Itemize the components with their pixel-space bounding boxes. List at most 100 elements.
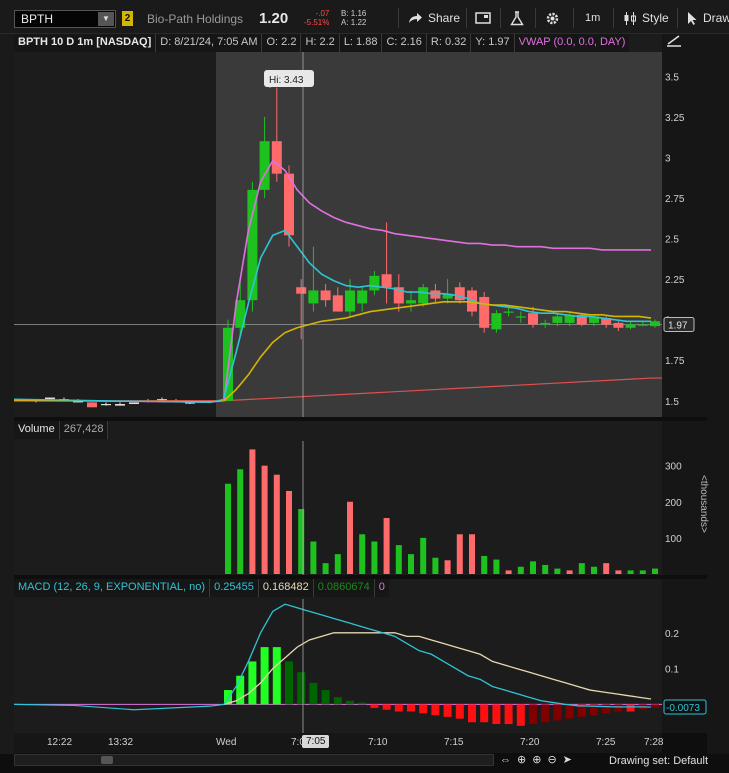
style-button[interactable]: Style — [623, 9, 669, 27]
volume-chart[interactable]: 300 200 100 — [14, 421, 707, 575]
bar-date: D: 8/21/24, 7:05 AM — [156, 34, 263, 52]
chevron-down-icon[interactable]: ▼ — [98, 12, 114, 26]
macd-histogram-bar — [553, 704, 562, 721]
volume-bar — [517, 566, 524, 574]
time-axis-label: 12:22 — [47, 737, 73, 748]
macd-histogram-bar — [565, 704, 574, 719]
pointer-icon[interactable]: ➤ — [563, 753, 572, 766]
volume-bar — [347, 501, 353, 574]
macd-histogram-bar — [516, 704, 525, 726]
candle-body — [613, 322, 624, 328]
candle-body — [479, 296, 490, 328]
price-tick-label: 3.5 — [665, 72, 679, 83]
candle-body — [454, 287, 465, 301]
candle-body — [357, 290, 368, 304]
timeframe-button[interactable]: 1m — [585, 9, 600, 27]
candle-body — [271, 141, 282, 174]
volume-tick-label: 200 — [665, 498, 682, 509]
volume-bar — [432, 557, 439, 574]
macd-histogram-bar — [419, 704, 428, 714]
time-axis-label: Wed — [216, 737, 237, 748]
symbol-input[interactable]: BPTH ▼ — [14, 10, 116, 28]
symbol-text: BPTH — [21, 12, 54, 26]
zoom-in-icon[interactable]: ⊕ — [532, 753, 541, 766]
time-axis-label: 7:10 — [368, 737, 388, 748]
zoom-out-icon[interactable]: ⊖ — [547, 753, 556, 766]
horizontal-scrollbar[interactable] — [14, 754, 494, 766]
candle-body — [320, 290, 331, 301]
macd-histogram-bar — [394, 704, 403, 712]
macd-tick-label: 0.1 — [665, 665, 679, 676]
macd-histogram-bar — [321, 690, 330, 705]
volume-bar — [505, 570, 512, 574]
candle-body — [637, 324, 648, 326]
share-label: Share — [428, 11, 461, 25]
candle-body — [503, 311, 514, 313]
volume-bar — [603, 563, 610, 574]
price-change: -.07 -5.51% — [304, 9, 329, 27]
macd-chart[interactable]: 0.2 0.1 -0.0073 — [14, 579, 707, 733]
macd-histogram-bar — [346, 700, 354, 705]
volume-bar — [322, 563, 329, 574]
candle-body — [540, 322, 551, 325]
macd-histogram-bar — [651, 704, 659, 708]
link-group-badge[interactable]: 2 — [122, 11, 133, 26]
grid-layout-button[interactable] — [475, 9, 491, 27]
volume-bar — [395, 545, 402, 574]
macd-histogram-bar — [358, 702, 367, 705]
studies-button[interactable] — [510, 9, 524, 27]
drawing-button[interactable]: Draw — [686, 9, 729, 27]
hi-bubble-label: Hi: 3.43 — [269, 75, 304, 86]
bid-ask: B: 1.16 A: 1.22 — [341, 9, 366, 27]
bottom-tools: ⇔ ⊕ ⊕ ⊖ ➤ — [500, 753, 572, 767]
crosshair-icon[interactable]: ⊕ — [517, 753, 526, 766]
share-button[interactable]: Share — [407, 9, 460, 27]
divider — [466, 8, 467, 28]
volume-bar — [639, 570, 646, 574]
candle-body — [247, 189, 258, 301]
volume-bar — [530, 561, 536, 574]
volume-bar — [615, 570, 622, 574]
volume-bar — [371, 541, 378, 574]
macd-histogram-bar — [370, 704, 379, 708]
volume-bar — [286, 490, 292, 574]
volume-bar — [249, 449, 256, 574]
gear-icon — [546, 12, 559, 24]
volume-tick-label: 300 — [665, 462, 682, 473]
candle-body — [491, 313, 502, 330]
price-chart[interactable]: 3.53.2532.752.52.2521.751.5Hi: 3.431.97 — [14, 52, 707, 417]
macd-premarket-line — [14, 703, 225, 711]
macd-histogram-bar — [529, 704, 537, 725]
price-tick-label: 1.5 — [665, 397, 679, 408]
last-price-tag-label: 1.97 — [668, 321, 688, 332]
volume-bar — [652, 568, 658, 574]
pan-icon[interactable]: ⇔ — [500, 754, 511, 766]
candle-body — [430, 290, 441, 299]
macd-histogram-bar — [443, 704, 452, 717]
volume-bar — [225, 483, 231, 574]
time-axis-label: 13:32 — [108, 737, 134, 748]
settings-button[interactable] — [545, 9, 560, 27]
macd-histogram-bar — [248, 661, 257, 705]
collapse-icon[interactable] — [666, 34, 682, 51]
volume-bar — [627, 570, 634, 574]
macd-histogram-bar — [541, 704, 550, 723]
price-tick-label: 2.25 — [665, 275, 685, 286]
volume-bar — [444, 560, 451, 574]
volume-bar — [420, 537, 427, 574]
macd-histogram-bar — [602, 704, 611, 714]
candle-body — [625, 324, 636, 328]
volume-bar — [542, 564, 549, 574]
divider — [613, 8, 614, 28]
cursor-time-label: 7:05 — [302, 735, 330, 748]
macd-histogram-bar — [626, 704, 635, 712]
price-tick-label: 3 — [665, 153, 671, 164]
divider — [398, 8, 399, 28]
volume-bar — [310, 541, 317, 574]
drawing-set-label[interactable]: Drawing set: Default — [609, 755, 708, 767]
volume-bar — [578, 563, 585, 574]
volume-bar — [493, 559, 500, 574]
pct-change: -5.51% — [304, 18, 330, 27]
scroll-thumb[interactable] — [101, 756, 113, 764]
candle-body — [369, 275, 380, 291]
